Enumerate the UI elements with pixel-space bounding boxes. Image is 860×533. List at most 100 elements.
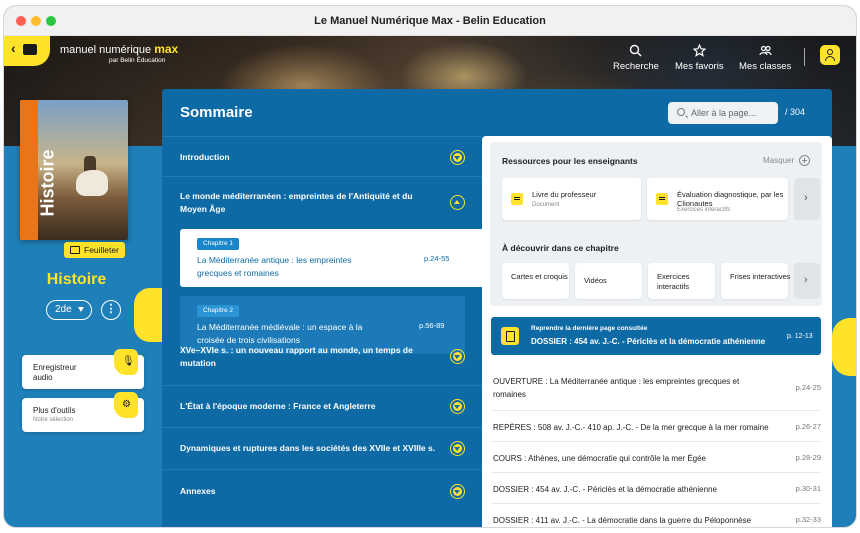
- window-title: Le Manuel Numérique Max - Belin Educatio…: [314, 15, 546, 27]
- expand-icon-fill: [452, 443, 462, 453]
- nav-search[interactable]: Recherche: [613, 44, 659, 72]
- more-tools-button[interactable]: Plus d'outils Notre sélection ⚙: [22, 392, 144, 432]
- toc-section-xve-xvie[interactable]: XVe–XVIe s. : un nouveau rapport au mond…: [162, 331, 482, 385]
- user-icon-body: [825, 56, 835, 61]
- resource-type: Exercices interactifs: [677, 207, 731, 213]
- list-item[interactable]: OUVERTURE : La Méditerranée antique : le…: [491, 366, 821, 411]
- resources-title: Ressources pour les enseignants: [502, 156, 638, 166]
- side-panel-tab[interactable]: [832, 318, 856, 376]
- flip-book-label: Feuilleter: [84, 245, 119, 255]
- users-icon: [759, 45, 772, 56]
- go-to-page-input[interactable]: Aller à la page...: [668, 102, 778, 124]
- chapter-pages: p.56-89: [419, 321, 445, 330]
- go-to-page-placeholder: Aller à la page...: [691, 108, 757, 118]
- chevron-left-icon: ‹: [11, 40, 16, 56]
- chevron-right-icon: ›: [804, 274, 808, 286]
- expand-icon-fill: [452, 152, 462, 162]
- subject-title: Histoire: [46, 271, 107, 288]
- tools-glyph: ⚙: [122, 399, 131, 410]
- cover-horse: [76, 170, 108, 196]
- logo-main: manuel numérique: [60, 44, 152, 56]
- chevron-up-icon: [454, 199, 460, 204]
- collapse-icon[interactable]: [450, 195, 465, 210]
- chevron-down-icon: [454, 446, 460, 451]
- discover-exercises[interactable]: Exercices interactifs: [648, 263, 715, 299]
- level-value: 2de: [55, 304, 72, 315]
- list-item-text: DOSSIER : 454 av. J.-C. - Périclès et la…: [493, 485, 717, 494]
- expand-icon[interactable]: [450, 484, 465, 499]
- sommaire-title: Sommaire: [180, 104, 253, 121]
- audio-recorder-label: Enregistreur audio: [33, 363, 77, 382]
- audio-recorder-button[interactable]: Enregistreur audio 🎙: [22, 349, 144, 389]
- app-logo[interactable]: manuel numérique max par Belin Éducation: [60, 42, 178, 64]
- toc-section-label: XVe–XVIe s. : un nouveau rapport au mond…: [180, 345, 413, 368]
- cover-band: [20, 100, 38, 240]
- nav-search-label: Recherche: [613, 61, 659, 72]
- title-bar: Le Manuel Numérique Max - Belin Educatio…: [4, 6, 856, 36]
- toc-section-dynamiques[interactable]: Dynamiques et ruptures dans les sociétés…: [162, 427, 482, 469]
- discover-timelines[interactable]: Frises interactives: [721, 263, 790, 299]
- microphone-icon: 🎙: [114, 349, 138, 375]
- chapter-1-item[interactable]: Chapitre 1 La Méditerranée antique : les…: [180, 229, 482, 287]
- more-icon: ⋮: [105, 303, 117, 315]
- expand-icon-fill: [452, 351, 462, 361]
- toc-section-label: Annexes: [180, 486, 216, 496]
- resources-next-button[interactable]: ›: [794, 178, 820, 220]
- level-select[interactable]: 2de: [46, 300, 92, 320]
- user-icon: [827, 49, 833, 55]
- cover-title: Histoire: [37, 149, 58, 217]
- list-item[interactable]: DOSSIER : 411 av. J.-C. - La démocratie …: [491, 504, 821, 527]
- list-item[interactable]: COURS : Athènes, une démocratie qui cont…: [491, 442, 821, 473]
- chevron-down-icon: [78, 307, 84, 312]
- search-icon: [677, 108, 685, 116]
- toc-section-label: Introduction: [180, 152, 230, 162]
- back-button[interactable]: ‹: [4, 36, 50, 66]
- book-icon: [23, 44, 37, 55]
- search-icon: [630, 44, 642, 57]
- open-book-icon: [70, 246, 80, 254]
- discover-videos[interactable]: Vidéos: [575, 263, 642, 299]
- resource-card-livre-prof[interactable]: Livre du professeur Document: [502, 178, 641, 220]
- expand-icon[interactable]: [450, 150, 465, 165]
- decorative-tab: [134, 288, 164, 342]
- discover-next-button[interactable]: ›: [794, 263, 820, 299]
- plus-circle-icon[interactable]: [799, 155, 810, 166]
- nav-classes[interactable]: Mes classes: [739, 44, 791, 72]
- chevron-down-icon: [454, 155, 460, 160]
- list-item-pages: p.26-27: [795, 422, 821, 431]
- nav-classes-label: Mes classes: [739, 61, 792, 72]
- discover-label: Frises interactives: [730, 272, 791, 281]
- list-item-pages: p.28-29: [795, 453, 821, 462]
- more-options-button[interactable]: ⋮: [101, 300, 121, 320]
- resource-card-evaluation[interactable]: Évaluation diagnostique, par les Clionau…: [647, 178, 788, 220]
- toc-section-introduction[interactable]: Introduction: [162, 136, 482, 176]
- discover-maps[interactable]: Cartes et croquis: [502, 263, 569, 299]
- resume-label: Reprendre la dernière page consultée: [531, 325, 648, 332]
- flip-book-button[interactable]: Feuilleter: [64, 242, 125, 258]
- list-item-pages: p.30-31: [795, 484, 821, 493]
- expand-icon[interactable]: [450, 399, 465, 414]
- user-account-button[interactable]: [820, 45, 840, 65]
- toc-section-annexes[interactable]: Annexes: [162, 469, 482, 511]
- book-cover[interactable]: Histoire: [20, 100, 128, 240]
- expand-icon[interactable]: [450, 441, 465, 456]
- nav-favorites[interactable]: Mes favoris: [675, 44, 724, 72]
- tools-icon: ⚙: [114, 392, 138, 418]
- hide-resources-button[interactable]: Masquer: [763, 156, 794, 165]
- list-item-text: DOSSIER : 411 av. J.-C. - La démocratie …: [493, 516, 752, 525]
- list-item[interactable]: DOSSIER : 454 av. J.-C. - Périclès et la…: [491, 473, 821, 504]
- list-item[interactable]: REPÈRES : 508 av. J.-C.- 410 ap. J.-C. -…: [491, 411, 821, 442]
- list-item-text: OUVERTURE : La Méditerranée antique : le…: [493, 377, 740, 399]
- toc-section-label: Dynamiques et ruptures dans les sociétés…: [180, 443, 436, 453]
- toc-section-etat-moderne[interactable]: L'État à l'époque moderne : France et An…: [162, 385, 482, 427]
- chapter-title: La Méditerranée antique : les empreintes…: [197, 255, 352, 278]
- chapter-detail-panel: Ressources pour les enseignants Masquer …: [482, 136, 832, 527]
- list-item-text: COURS : Athènes, une démocratie qui cont…: [493, 454, 706, 463]
- more-tools-label: Plus d'outils: [33, 406, 76, 415]
- chevron-down-icon: [454, 404, 460, 409]
- resource-name: Livre du professeur: [532, 190, 597, 199]
- resume-last-page-banner[interactable]: Reprendre la dernière page consultée DOS…: [491, 317, 821, 355]
- app-window: Le Manuel Numérique Max - Belin Educatio…: [4, 6, 856, 527]
- bookmark-icon: [501, 327, 519, 345]
- expand-icon[interactable]: [450, 349, 465, 364]
